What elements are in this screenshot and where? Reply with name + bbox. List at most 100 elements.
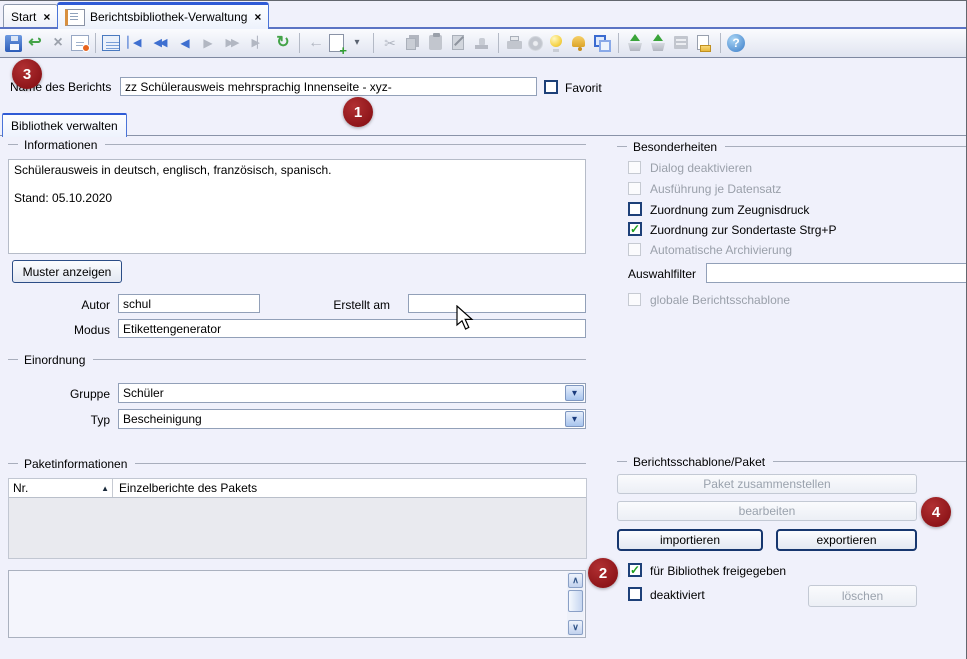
deaktiviert-checkbox[interactable] — [628, 587, 642, 601]
paste-icon[interactable] — [426, 33, 446, 53]
automatische-archivierung-label: Automatische Archivierung — [650, 243, 792, 257]
nav-fast-forward-icon[interactable]: ▶▶ — [221, 33, 244, 53]
typ-select[interactable]: Bescheinigung ▾ — [118, 409, 586, 429]
separator — [299, 33, 300, 53]
nav-last-icon[interactable]: ▶▏ — [247, 33, 270, 53]
fuer-bibliothek-freigegeben-checkbox[interactable]: ✓ — [628, 563, 642, 577]
exportieren-button[interactable]: exportieren — [776, 529, 917, 551]
nav-back-icon[interactable]: ◀ — [175, 33, 195, 53]
berichtsschablone-title: Berichtsschablone/Paket — [633, 455, 765, 469]
dialog-deaktivieren-label: Dialog deaktivieren — [650, 161, 752, 175]
new-report-dropdown-icon[interactable]: ▾ — [347, 33, 367, 53]
copy-table-icon[interactable] — [102, 35, 120, 51]
informationen-line1: Schülerausweis in deutsch, englisch, fra… — [14, 163, 580, 177]
vertical-scrollbar[interactable]: ∧ ∨ — [567, 572, 584, 636]
besonderheiten-group-header: Besonderheiten — [617, 140, 966, 153]
name-des-berichts-input[interactable]: zz Schülerausweis mehrsprachig Innenseit… — [120, 77, 537, 96]
annotation-badge-3: 3 — [12, 59, 42, 89]
typ-label: Typ — [8, 413, 110, 427]
muster-anzeigen-button[interactable]: Muster anzeigen — [12, 260, 122, 283]
typ-value: Bescheinigung — [119, 412, 564, 426]
paket-col-einzelberichte[interactable]: Einzelberichte des Pakets — [113, 479, 586, 497]
import-basket-icon[interactable] — [625, 33, 645, 53]
help-icon[interactable]: ? — [727, 34, 745, 52]
paket-table: Nr. ▲ Einzelberichte des Pakets — [8, 478, 587, 559]
ausfuehrung-je-datensatz-checkbox[interactable] — [628, 182, 641, 195]
favorit-checkbox[interactable] — [544, 80, 558, 94]
gruppe-label: Gruppe — [8, 387, 110, 401]
hint-bulb-icon[interactable] — [546, 33, 566, 53]
paket-table-body[interactable] — [9, 498, 586, 560]
tab-bibliothek-verwalten[interactable]: Bibliothek verwalten — [2, 113, 127, 137]
tab-berichtsbibliothek[interactable]: Berichtsbibliothek-Verwaltung × — [57, 2, 269, 29]
paket-zusammenstellen-button[interactable]: Paket zusammenstellen — [617, 474, 917, 494]
importieren-button[interactable]: importieren — [617, 529, 763, 551]
bearbeiten-button[interactable]: bearbeiten — [617, 501, 917, 521]
annotation-badge-1: 1 — [343, 97, 373, 127]
nav-first-icon[interactable]: ▏◀ — [123, 33, 146, 53]
erstellt-am-label: Erstellt am — [290, 298, 390, 312]
scroll-up-icon[interactable]: ∧ — [568, 573, 583, 588]
ausfuehrung-je-datensatz-label: Ausführung je Datensatz — [650, 182, 781, 196]
bottom-textarea[interactable]: ∧ ∨ — [8, 570, 586, 638]
print-icon[interactable] — [505, 33, 525, 53]
undo-icon[interactable]: ↩ — [25, 33, 45, 53]
tab-berichtsbibliothek-label: Berichtsbibliothek-Verwaltung — [90, 10, 247, 24]
nav-fast-back-icon[interactable]: ◀◀ — [149, 33, 172, 53]
separator — [618, 33, 619, 53]
export-file-icon[interactable] — [694, 33, 714, 53]
einordnung-title: Einordnung — [24, 353, 85, 367]
paketinformationen-title: Paketinformationen — [24, 457, 127, 471]
mouse-cursor — [456, 305, 474, 331]
berichtsschablone-group-header: Berichtsschablone/Paket — [617, 455, 966, 468]
berichtsbibliothek-window: Start × Berichtsbibliothek-Verwaltung × … — [0, 0, 967, 659]
dialog-deaktivieren-checkbox[interactable] — [628, 161, 641, 174]
zuordnung-zeugnisdruck-label: Zuordnung zum Zeugnisdruck — [650, 203, 809, 217]
zuordnung-zeugnisdruck-checkbox[interactable] — [628, 202, 642, 216]
scrollbar-thumb[interactable] — [568, 590, 583, 612]
delete-icon[interactable]: × — [48, 33, 68, 53]
gruppe-dropdown-icon[interactable]: ▾ — [565, 385, 584, 401]
annotation-badge-2: 2 — [588, 558, 618, 588]
fuer-bibliothek-freigegeben-label: für Bibliothek freigegeben — [650, 564, 786, 578]
edit-report-icon[interactable] — [449, 33, 469, 53]
loeschen-button[interactable]: löschen — [808, 585, 917, 607]
tab-start-close-icon[interactable]: × — [43, 10, 50, 24]
automatische-archivierung-checkbox[interactable] — [628, 243, 641, 256]
stamp-icon[interactable] — [472, 33, 492, 53]
save-icon[interactable] — [5, 35, 22, 52]
scroll-down-icon[interactable]: ∨ — [568, 620, 583, 635]
autor-label: Autor — [8, 298, 110, 312]
globale-berichtsschablone-checkbox[interactable] — [628, 293, 641, 306]
nav-next-icon[interactable]: ▶ — [198, 33, 218, 53]
template-squares-icon[interactable] — [592, 33, 612, 53]
informationen-textarea[interactable]: Schülerausweis in deutsch, englisch, fra… — [8, 159, 586, 254]
autor-input[interactable]: schul — [118, 294, 260, 313]
favorit-label: Favorit — [565, 81, 602, 95]
subtab-divider — [0, 135, 967, 136]
back-icon[interactable]: ← — [306, 33, 326, 53]
cut-icon[interactable]: ✂ — [380, 33, 400, 53]
modus-input[interactable]: Etikettengenerator — [118, 319, 586, 338]
record-card-icon[interactable] — [71, 35, 89, 51]
new-report-icon[interactable] — [329, 34, 344, 52]
tab-start[interactable]: Start × — [3, 4, 58, 28]
auswahlfilter-input[interactable] — [706, 263, 967, 283]
separator — [498, 33, 499, 53]
refresh-icon[interactable]: ↻ — [273, 33, 293, 53]
tab-berichtsbibliothek-close-icon[interactable]: × — [254, 10, 261, 24]
erstellt-am-input[interactable] — [408, 294, 586, 313]
export-basket-icon[interactable] — [648, 33, 668, 53]
typ-dropdown-icon[interactable]: ▾ — [565, 411, 584, 427]
gruppe-select[interactable]: Schüler ▾ — [118, 383, 586, 403]
bell-icon[interactable] — [569, 33, 589, 53]
disc-icon[interactable] — [528, 36, 543, 51]
paketinformationen-group-header: Paketinformationen — [8, 457, 586, 470]
separator — [373, 33, 374, 53]
paket-col-nr[interactable]: Nr. ▲ — [9, 479, 113, 497]
toolbar: ↩×▏◀◀◀◀▶▶▶▶▏↻←▾✂? — [0, 29, 967, 58]
deaktiviert-label: deaktiviert — [650, 588, 705, 602]
zuordnung-sondertaste-checkbox[interactable]: ✓ — [628, 222, 642, 236]
archive-icon[interactable] — [671, 33, 691, 53]
copy-icon[interactable] — [403, 33, 423, 53]
